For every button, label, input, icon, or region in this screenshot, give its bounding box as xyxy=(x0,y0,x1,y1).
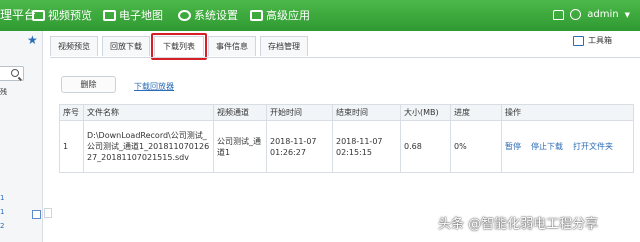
nav-video-preview[interactable]: 视频预览 xyxy=(32,4,92,26)
apps-icon xyxy=(250,9,263,21)
download-table: 序号 文件名称 视频通道 开始时间 结束时间 大小(MB) 进度 操作 1 D:… xyxy=(59,104,634,173)
cell-operations: 暂停 停止下载 打开文件夹 xyxy=(501,120,634,173)
settings-icon xyxy=(178,9,191,21)
user-menu[interactable]: admin ▼ xyxy=(553,9,630,20)
tab-playback-download[interactable]: 回放下载 xyxy=(102,36,150,56)
col-end-time: 结束时间 xyxy=(332,104,401,121)
search-icon[interactable] xyxy=(11,69,19,77)
cell-end-time: 2018-11-07 02:15:15 xyxy=(332,120,401,173)
search-input[interactable] xyxy=(0,66,24,81)
tab-event-info[interactable]: 事件信息 xyxy=(208,36,256,56)
device-tree-sidebar: ★ 残 1 1 2 xyxy=(0,31,43,242)
tab-label: 回放下载 xyxy=(110,42,142,51)
pause-link[interactable]: 暂停 xyxy=(505,142,521,151)
collapse-toggle[interactable] xyxy=(44,208,52,218)
download-player-link[interactable]: 下载回放器 xyxy=(134,81,174,92)
col-operations: 操作 xyxy=(501,104,634,121)
user-icon xyxy=(570,9,582,20)
col-start-time: 开始时间 xyxy=(266,104,333,121)
username: admin xyxy=(587,9,619,20)
tab-label: 视频预览 xyxy=(58,42,90,51)
cell-progress: 0% xyxy=(450,120,502,173)
nav-system-settings[interactable]: 系统设置 xyxy=(178,4,238,26)
table-header-row: 序号 文件名称 视频通道 开始时间 结束时间 大小(MB) 进度 操作 xyxy=(59,104,634,121)
delete-label: 删除 xyxy=(80,80,97,89)
watermark: 头条 @智能化弱电工程分享 xyxy=(438,217,599,232)
toolbox-button[interactable]: 工具箱 xyxy=(573,35,612,46)
tab-video-preview[interactable]: 视频预览 xyxy=(50,36,98,56)
tab-label: 事件信息 xyxy=(216,42,248,51)
col-progress: 进度 xyxy=(450,104,502,121)
toolbox-icon xyxy=(573,35,584,46)
col-filename: 文件名称 xyxy=(83,104,214,121)
sidebar-number: 2 xyxy=(0,222,5,230)
table-row: 1 D:\DownLoadRecord\公司测试_公司测试_通道1_201811… xyxy=(59,120,634,173)
nav-label: 高级应用 xyxy=(266,9,310,22)
cell-filename: D:\DownLoadRecord\公司测试_公司测试_通道1_20181107… xyxy=(83,120,214,173)
platform-title: 理平台 xyxy=(0,8,37,22)
skin-icon[interactable] xyxy=(553,9,565,20)
cell-start-time: 2018-11-07 01:26:27 xyxy=(266,120,333,173)
nav-label: 系统设置 xyxy=(194,9,238,22)
map-icon xyxy=(103,9,116,21)
sidebar-checkbox[interactable] xyxy=(32,210,41,219)
chevron-down-icon: ▼ xyxy=(624,10,630,19)
top-navigation-bar: 理平台 视频预览 电子地图 系统设置 高级应用 admin ▼ xyxy=(0,0,640,31)
open-folder-link[interactable]: 打开文件夹 xyxy=(573,142,613,151)
video-icon xyxy=(32,9,45,21)
cell-index: 1 xyxy=(59,120,84,173)
tab-divider xyxy=(50,57,640,58)
cell-channel: 公司测试_通道1 xyxy=(213,120,267,173)
tab-label: 存档管理 xyxy=(268,42,300,51)
favorite-star-icon[interactable]: ★ xyxy=(27,33,38,47)
col-index: 序号 xyxy=(59,104,84,121)
col-channel: 视频通道 xyxy=(213,104,267,121)
nav-label: 电子地图 xyxy=(119,9,163,22)
nav-electronic-map[interactable]: 电子地图 xyxy=(103,4,163,26)
nav-advanced-apps[interactable]: 高级应用 xyxy=(250,4,310,26)
sidebar-number: 1 xyxy=(0,194,5,202)
sidebar-text: 残 xyxy=(0,88,7,96)
col-size: 大小(MB) xyxy=(400,104,451,121)
nav-label: 视频预览 xyxy=(48,9,92,22)
tab-archive-management[interactable]: 存档管理 xyxy=(260,36,308,56)
stop-download-link[interactable]: 停止下载 xyxy=(531,142,563,151)
highlight-box xyxy=(151,33,207,60)
sidebar-number: 1 xyxy=(0,208,5,216)
cell-size: 0.68 xyxy=(400,120,451,173)
toolbox-label: 工具箱 xyxy=(588,36,612,45)
delete-button[interactable]: 删除 xyxy=(61,76,116,93)
